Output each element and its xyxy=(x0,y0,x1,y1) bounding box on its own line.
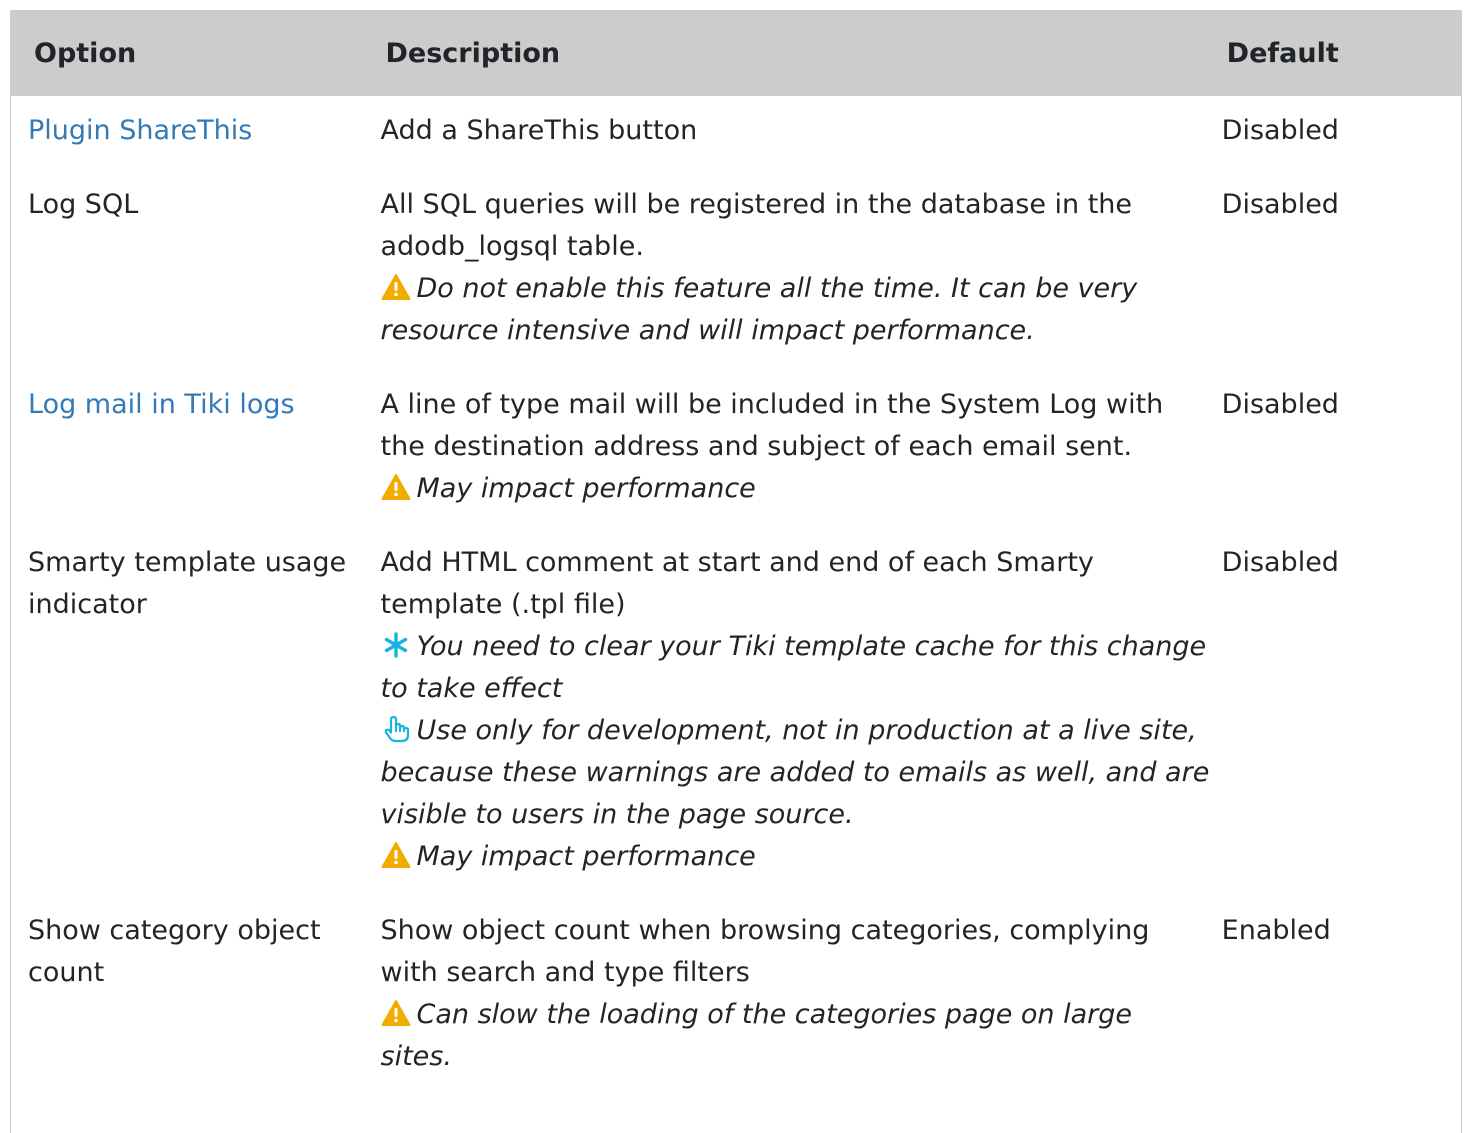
option-cell: Smarty template usage indicator xyxy=(11,528,381,896)
option-label: Show category object count xyxy=(28,915,321,988)
description-cell: Add a ShareThis button xyxy=(381,96,1222,170)
description-cell: All SQL queries will be registered in th… xyxy=(381,170,1222,370)
note-text: Use only for development, not in product… xyxy=(380,715,1210,830)
table-header-row: Option Description Default xyxy=(11,10,1461,96)
warning-icon xyxy=(381,472,411,500)
table-row: Log SQL All SQL queries will be registere… xyxy=(11,170,1461,370)
default-cell: Disabled xyxy=(1221,389,1339,420)
description-note: You need to clear your Tiki template cac… xyxy=(381,626,1212,710)
table-row: Smarty template usage indicator Add HTML … xyxy=(11,528,1461,896)
description-text: Show object count when browsing categori… xyxy=(380,915,1150,988)
description-cell: Add HTML comment at start and end of eac… xyxy=(381,528,1222,896)
asterisk-icon xyxy=(381,630,411,658)
description-text: All SQL queries will be registered in th… xyxy=(380,189,1133,262)
warning-icon xyxy=(381,840,411,868)
table-row: Plugin ShareThis Add a ShareThis button Di… xyxy=(11,96,1461,170)
description-note: Can slow the loading of the categories p… xyxy=(381,994,1212,1078)
description-text: Add HTML comment at start and end of eac… xyxy=(380,547,1094,620)
note-text: May impact performance xyxy=(416,473,756,504)
warning-icon xyxy=(381,998,411,1026)
description-note: May impact performance xyxy=(381,836,1212,878)
description-note: May impact performance xyxy=(381,468,1212,510)
description-cell: Show object count when browsing categori… xyxy=(381,896,1222,1096)
default-cell: Disabled xyxy=(1221,547,1339,578)
default-cell: Disabled xyxy=(1221,189,1339,220)
note-text: May impact performance xyxy=(416,841,756,872)
preferences-table-container: Option Description Default Plugin ShareT… xyxy=(10,10,1462,1133)
option-label: Log SQL xyxy=(28,189,139,220)
table-row: Show category object count Show object co… xyxy=(11,896,1461,1096)
hand-pointer-icon xyxy=(381,714,411,743)
description-cell: A line of type mail will be included in … xyxy=(381,370,1222,528)
table-body: Plugin ShareThis Add a ShareThis button Di… xyxy=(11,96,1461,1096)
option-label: Smarty template usage indicator xyxy=(28,547,347,620)
warning-icon xyxy=(381,272,411,300)
default-cell: Disabled xyxy=(1221,115,1339,146)
option-cell: Log SQL xyxy=(11,170,381,370)
note-text: Do not enable this feature all the time.… xyxy=(380,273,1138,346)
column-header-option: Option xyxy=(11,10,381,96)
default-cell: Enabled xyxy=(1221,915,1331,946)
column-header-description: Description xyxy=(380,10,1222,96)
option-cell: Show category object count xyxy=(11,896,381,1096)
description-text: A line of type mail will be included in … xyxy=(380,389,1164,462)
note-text: Can slow the loading of the categories p… xyxy=(380,999,1133,1072)
option-link[interactable]: Log mail in Tiki logs xyxy=(28,389,295,420)
column-header-default: Default xyxy=(1221,10,1461,96)
preferences-table: Option Description Default Plugin ShareT… xyxy=(11,10,1461,1096)
option-cell: Plugin ShareThis xyxy=(11,96,381,170)
option-cell: Log mail in Tiki logs xyxy=(11,370,381,528)
option-link[interactable]: Plugin ShareThis xyxy=(28,115,252,146)
description-note: Use only for development, not in product… xyxy=(381,710,1212,836)
table-row: Log mail in Tiki logs A line of type mail… xyxy=(11,370,1461,528)
note-text: You need to clear your Tiki template cac… xyxy=(380,631,1207,704)
description-text: Add a ShareThis button xyxy=(380,115,698,146)
description-note: Do not enable this feature all the time.… xyxy=(381,268,1212,352)
